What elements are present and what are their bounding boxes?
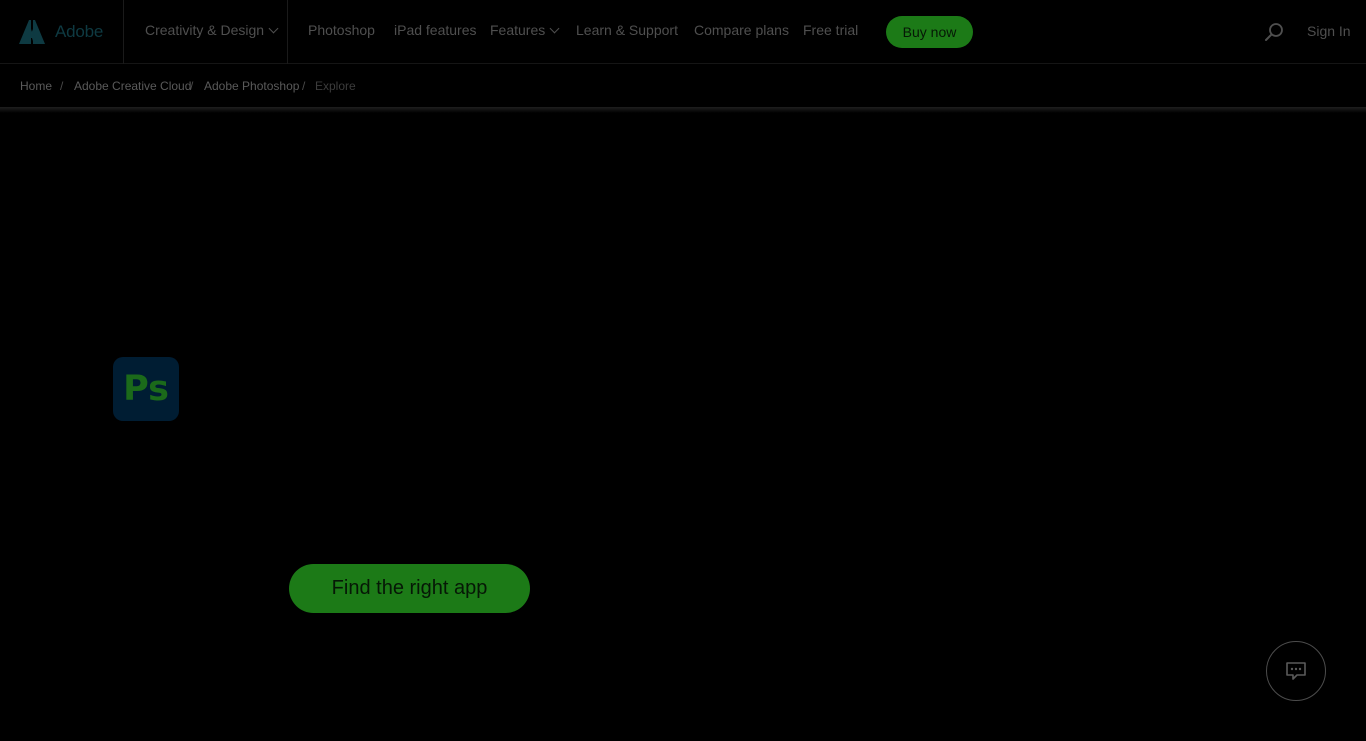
breadcrumb-separator: / (190, 79, 194, 93)
nav-creativity-link[interactable]: Creativity & Design (145, 22, 279, 38)
breadcrumb-creative-cloud[interactable]: Adobe Creative Cloud (74, 79, 191, 93)
brand-name: Adobe (55, 22, 104, 41)
search-icon[interactable] (1264, 22, 1284, 42)
breadcrumb-photoshop[interactable]: Adobe Photoshop (204, 79, 299, 93)
breadcrumb-explore: Explore (315, 79, 356, 93)
nav-ipad-features[interactable]: iPad features (394, 22, 477, 38)
breadcrumb: Home / Adobe Creative Cloud / Adobe Phot… (0, 64, 1366, 108)
chat-button[interactable] (1266, 641, 1326, 701)
chat-icon (1286, 662, 1306, 680)
nav-compare-plans[interactable]: Compare plans (694, 22, 789, 38)
photoshop-app-icon: Ps (113, 357, 179, 421)
nav-creativity-label: Creativity & Design (145, 22, 265, 38)
breadcrumb-separator: / (60, 79, 64, 93)
find-the-right-app-button[interactable]: Find the right app (289, 564, 530, 613)
nav-creativity-design[interactable]: Creativity & Design (124, 0, 288, 64)
breadcrumb-separator: / (302, 79, 306, 93)
nav-learn-support[interactable]: Learn & Support (576, 22, 678, 38)
breadcrumb-home[interactable]: Home (20, 79, 52, 93)
global-nav: Adobe Creativity & Design Photoshop iPad… (0, 0, 1366, 64)
buy-now-button[interactable]: Buy now (886, 16, 973, 48)
sign-in-link[interactable]: Sign In (1307, 23, 1351, 39)
breadcrumb-divider (0, 107, 1366, 113)
nav-features-label: Features (490, 22, 546, 38)
adobe-logo-icon (19, 20, 45, 44)
chevron-down-icon (549, 23, 560, 34)
chevron-down-icon (268, 23, 279, 34)
adobe-brand-link[interactable]: Adobe (0, 0, 124, 64)
nav-features[interactable]: Features (490, 22, 560, 38)
nav-photoshop[interactable]: Photoshop (308, 22, 375, 38)
nav-free-trial[interactable]: Free trial (803, 22, 858, 38)
